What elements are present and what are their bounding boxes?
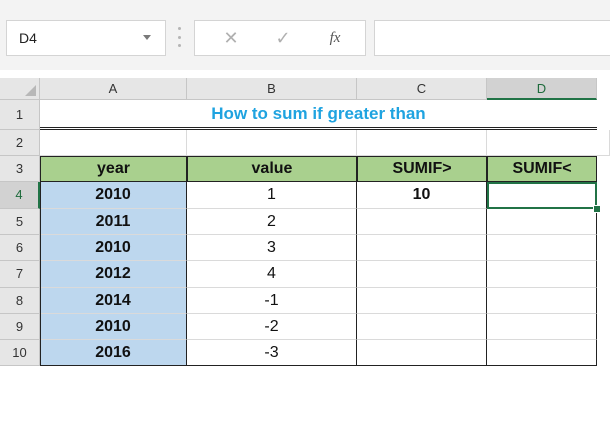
cell[interactable]	[357, 130, 487, 156]
row-header-2[interactable]: 2	[0, 130, 40, 156]
name-box[interactable]: D4	[6, 20, 166, 56]
sumif-greater-cell[interactable]	[357, 261, 487, 288]
table-left-border	[40, 156, 41, 366]
table-bottom-border	[40, 365, 597, 366]
sumif-less-cell[interactable]	[487, 340, 597, 366]
value-cell[interactable]: 2	[187, 209, 357, 235]
year-cell[interactable]: 2011	[40, 209, 187, 235]
column-header-d[interactable]: D	[487, 78, 597, 100]
row-header-4[interactable]: 4	[0, 182, 40, 209]
sumif-greater-cell[interactable]	[357, 340, 487, 366]
selected-cell-d4[interactable]	[487, 182, 597, 209]
value-cell[interactable]: -3	[187, 340, 357, 366]
row-header-7[interactable]: 7	[0, 261, 40, 288]
sumif-less-cell[interactable]	[487, 314, 597, 340]
year-cell[interactable]: 2016	[40, 340, 187, 366]
formula-buttons: ✕ ✓ fx	[194, 20, 366, 56]
year-cell[interactable]: 2010	[40, 235, 187, 261]
sumif-greater-cell[interactable]	[357, 235, 487, 261]
sumif-greater-cell[interactable]	[357, 288, 487, 314]
value-cell[interactable]: 1	[187, 182, 357, 209]
row-header-1[interactable]: 1	[0, 100, 40, 130]
fill-handle[interactable]	[593, 205, 601, 213]
value-cell[interactable]: 3	[187, 235, 357, 261]
value-cell[interactable]: -2	[187, 314, 357, 340]
year-cell[interactable]: 2012	[40, 261, 187, 288]
year-cell[interactable]: 2010	[40, 182, 187, 209]
sumif-greater-cell[interactable]	[357, 314, 487, 340]
row-header-3[interactable]: 3	[0, 156, 40, 182]
drag-handle[interactable]	[178, 27, 181, 47]
year-header[interactable]: year	[40, 156, 187, 182]
row-header-6[interactable]: 6	[0, 235, 40, 261]
cell[interactable]	[40, 130, 187, 156]
close-icon[interactable]: ✕	[221, 28, 241, 48]
value-cell[interactable]: -1	[187, 288, 357, 314]
row-header-8[interactable]: 8	[0, 288, 40, 314]
sumif-less-header[interactable]: SUMIF<	[487, 156, 597, 182]
value-header[interactable]: value	[187, 156, 357, 182]
row-header-9[interactable]: 9	[0, 314, 40, 340]
year-cell[interactable]: 2010	[40, 314, 187, 340]
column-header-a[interactable]: A	[40, 78, 187, 100]
value-cell[interactable]: 4	[187, 261, 357, 288]
column-header-b[interactable]: B	[187, 78, 357, 100]
name-box-value: D4	[19, 30, 37, 46]
sheet-title[interactable]: How to sum if greater than	[40, 100, 597, 130]
formula-input[interactable]	[374, 20, 610, 56]
check-icon[interactable]: ✓	[273, 28, 293, 48]
row-header-10[interactable]: 10	[0, 340, 40, 366]
select-all-button[interactable]	[0, 78, 40, 100]
cell[interactable]	[187, 130, 357, 156]
sumif-less-cell[interactable]	[487, 235, 597, 261]
cell[interactable]	[487, 130, 610, 156]
sumif-greater-cell[interactable]	[357, 209, 487, 235]
chevron-down-icon[interactable]	[143, 35, 151, 40]
insert-function-icon[interactable]: fx	[325, 28, 345, 48]
row-header-5[interactable]: 5	[0, 209, 40, 235]
sumif-less-cell[interactable]	[487, 288, 597, 314]
column-header-c[interactable]: C	[357, 78, 487, 100]
spreadsheet-grid: How to sum if greater than ABCD123456789…	[0, 70, 610, 432]
sumif-less-cell[interactable]	[487, 209, 597, 235]
sumif-less-cell[interactable]	[487, 261, 597, 288]
year-cell[interactable]: 2014	[40, 288, 187, 314]
sumif-greater-header[interactable]: SUMIF>	[357, 156, 487, 182]
sumif-greater-cell[interactable]: 10	[357, 182, 487, 209]
formula-bar: D4 ✕ ✓ fx	[0, 0, 610, 70]
